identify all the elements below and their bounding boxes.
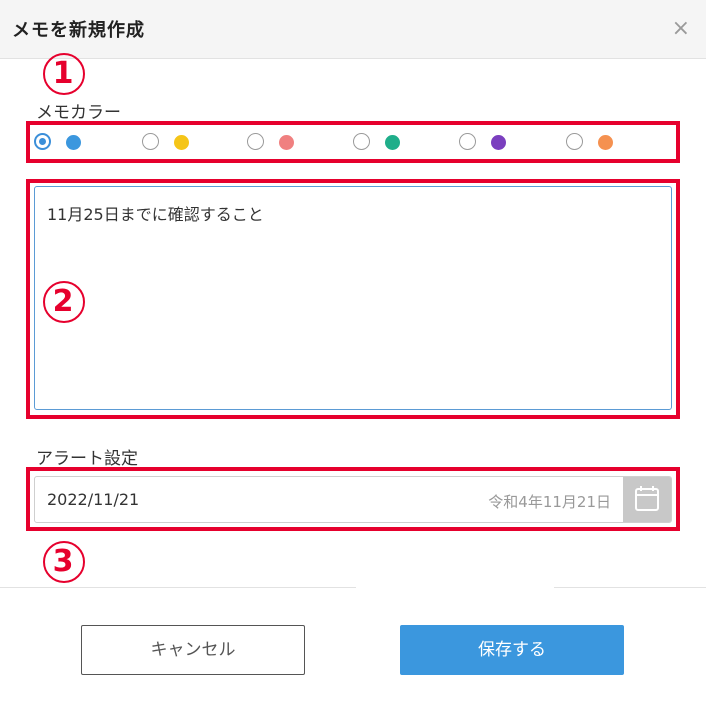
annotation-badge-3: 3 (40, 538, 86, 584)
save-button[interactable]: 保存する (400, 625, 624, 675)
alert-date-value[interactable]: 2022/11/21 (47, 490, 139, 509)
color-swatch-green (385, 135, 400, 150)
color-swatch-purple (491, 135, 506, 150)
color-radio[interactable] (459, 133, 476, 150)
color-swatch-pink (279, 135, 294, 150)
color-option-green[interactable] (353, 131, 433, 155)
color-option-blue[interactable] (34, 131, 114, 155)
color-option-yellow[interactable] (142, 131, 222, 155)
alert-date-field[interactable]: 2022/11/21 令和4年11月21日 (34, 476, 672, 523)
color-radio[interactable] (353, 133, 370, 150)
divider-gap (356, 584, 554, 590)
alert-date-japanese: 令和4年11月21日 (488, 493, 611, 511)
dialog-title: メモを新規作成 (12, 20, 145, 41)
calendar-icon (635, 486, 659, 511)
color-swatch-yellow (174, 135, 189, 150)
memo-textarea[interactable] (34, 186, 672, 410)
annotation-badge-1: 1 (40, 50, 86, 96)
annotation-badge-2: 2 (40, 278, 86, 324)
color-swatch-orange (598, 135, 613, 150)
alert-setting-label: アラート設定 (36, 449, 138, 469)
color-radio[interactable] (34, 133, 51, 150)
color-option-pink[interactable] (247, 131, 327, 155)
memo-color-label: メモカラー (36, 103, 121, 123)
color-radio[interactable] (247, 133, 264, 150)
color-swatch-blue (66, 135, 81, 150)
footer-divider (0, 587, 706, 588)
color-radio[interactable] (142, 133, 159, 150)
dialog-header: メモを新規作成 × (0, 0, 706, 59)
calendar-button[interactable] (623, 477, 671, 522)
color-radio[interactable] (566, 133, 583, 150)
cancel-button[interactable]: キャンセル (81, 625, 305, 675)
color-option-orange[interactable] (566, 131, 646, 155)
close-icon[interactable]: × (672, 18, 690, 40)
color-option-purple[interactable] (459, 131, 539, 155)
